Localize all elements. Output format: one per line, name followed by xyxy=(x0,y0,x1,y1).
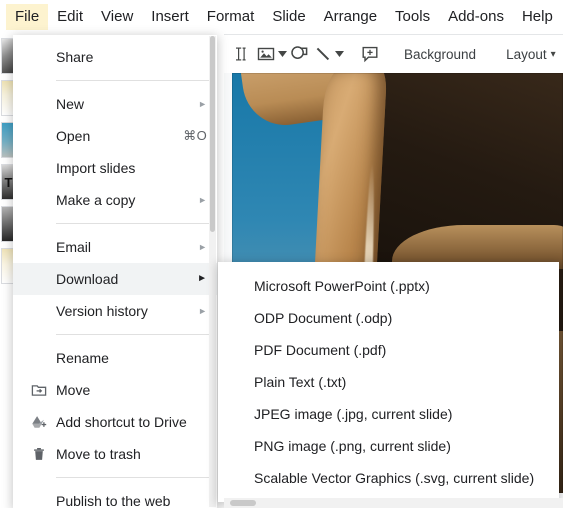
horizontal-scrollbar[interactable] xyxy=(224,498,563,508)
menu-format[interactable]: Format xyxy=(198,4,264,30)
file-dropdown-menu: Share New ► Open ⌘O Import slides Make a… xyxy=(13,35,217,508)
add-comment-icon[interactable] xyxy=(358,41,382,67)
menu-scrollbar-thumb[interactable] xyxy=(210,36,215,232)
menu-item-import-slides[interactable]: Import slides xyxy=(13,152,217,184)
menu-item-add-shortcut-to-drive[interactable]: Add shortcut to Drive xyxy=(13,406,217,438)
submenu-item-png[interactable]: PNG image (.png, current slide) xyxy=(218,430,559,462)
menu-item-label: Make a copy xyxy=(56,192,136,208)
trash-icon xyxy=(30,446,47,463)
menu-scrollbar[interactable] xyxy=(209,36,216,507)
menu-item-label: Rename xyxy=(56,350,109,366)
background-button[interactable]: Background xyxy=(396,43,484,66)
layout-button-label: Layout xyxy=(506,46,547,62)
menu-divider xyxy=(56,80,209,81)
menu-addons[interactable]: Add-ons xyxy=(439,4,513,30)
submenu-item-jpg[interactable]: JPEG image (.jpg, current slide) xyxy=(218,398,559,430)
menu-slide[interactable]: Slide xyxy=(263,4,314,30)
drive-add-icon xyxy=(30,414,47,431)
menu-item-publish-to-the-web[interactable]: Publish to the web xyxy=(13,485,217,508)
line-icon[interactable] xyxy=(311,41,335,67)
folder-move-icon xyxy=(30,382,47,399)
menu-help[interactable]: Help xyxy=(513,4,562,30)
menu-item-label: Move xyxy=(56,382,91,398)
chevron-down-icon[interactable] xyxy=(278,41,287,67)
text-cursor-icon[interactable] xyxy=(230,41,254,67)
menu-edit[interactable]: Edit xyxy=(48,4,92,30)
submenu-arrow-icon: ► xyxy=(198,194,207,205)
menu-item-move[interactable]: Move xyxy=(13,374,217,406)
submenu-arrow-icon: ► xyxy=(198,305,207,316)
submenu-item-label: Plain Text (.txt) xyxy=(254,374,347,390)
menu-item-label: Move to trash xyxy=(56,446,141,462)
download-submenu: Microsoft PowerPoint (.pptx) ODP Documen… xyxy=(218,262,559,502)
menu-item-label: Email xyxy=(56,239,92,255)
chevron-down-icon[interactable] xyxy=(335,41,344,67)
menu-item-rename[interactable]: Rename xyxy=(13,342,217,374)
menu-file[interactable]: File xyxy=(6,4,49,30)
menu-view[interactable]: View xyxy=(92,4,142,30)
chevron-down-icon: ▾ xyxy=(550,48,556,60)
submenu-item-pptx[interactable]: Microsoft PowerPoint (.pptx) xyxy=(218,270,559,302)
menu-divider xyxy=(56,223,209,224)
submenu-item-label: Microsoft PowerPoint (.pptx) xyxy=(254,278,430,294)
menu-item-share[interactable]: Share xyxy=(13,41,217,73)
menu-item-make-a-copy[interactable]: Make a copy ► xyxy=(13,184,217,216)
menu-insert[interactable]: Insert xyxy=(142,4,198,30)
submenu-item-label: JPEG image (.jpg, current slide) xyxy=(254,406,453,422)
background-button-label: Background xyxy=(404,46,477,62)
menu-item-version-history[interactable]: Version history ► xyxy=(13,295,217,327)
menu-item-new[interactable]: New ► xyxy=(13,88,217,120)
menu-tools[interactable]: Tools xyxy=(386,4,439,30)
menu-item-download[interactable]: Download ► xyxy=(13,263,217,295)
submenu-arrow-icon: ► xyxy=(198,98,207,109)
horizontal-scrollbar-thumb[interactable] xyxy=(230,500,256,506)
menu-item-label: Version history xyxy=(56,303,148,319)
submenu-item-label: ODP Document (.odp) xyxy=(254,310,393,326)
shape-icon[interactable] xyxy=(287,41,311,67)
menu-divider xyxy=(56,477,209,478)
submenu-arrow-icon: ► xyxy=(198,241,207,252)
submenu-item-label: Scalable Vector Graphics (.svg, current … xyxy=(254,470,535,486)
menu-item-label: New xyxy=(56,96,85,112)
submenu-item-svg[interactable]: Scalable Vector Graphics (.svg, current … xyxy=(218,462,559,494)
menu-item-label: Publish to the web xyxy=(56,493,171,508)
submenu-item-pdf[interactable]: PDF Document (.pdf) xyxy=(218,334,559,366)
submenu-arrow-icon: ► xyxy=(197,273,207,284)
image-icon[interactable] xyxy=(254,41,278,67)
menu-item-label: Download xyxy=(56,271,119,287)
menu-item-move-to-trash[interactable]: Move to trash xyxy=(13,438,217,470)
menu-item-email[interactable]: Email ► xyxy=(13,231,217,263)
menu-divider xyxy=(56,334,209,335)
menu-arrange[interactable]: Arrange xyxy=(315,4,386,30)
submenu-item-odp[interactable]: ODP Document (.odp) xyxy=(218,302,559,334)
menu-bar: File Edit View Insert Format Slide Arran… xyxy=(0,0,563,34)
submenu-item-label: PDF Document (.pdf) xyxy=(254,342,387,358)
menu-item-shortcut: ⌘O xyxy=(183,128,207,143)
toolbar: Background Layout ▾ xyxy=(224,34,563,73)
layout-button[interactable]: Layout ▾ xyxy=(498,43,563,66)
submenu-item-label: PNG image (.png, current slide) xyxy=(254,438,451,454)
menu-item-open[interactable]: Open ⌘O xyxy=(13,120,217,152)
menu-item-label: Import slides xyxy=(56,160,136,176)
menu-item-label: Share xyxy=(56,49,94,65)
slides-app-window: T Background Layout ▾ File Edit View Ins… xyxy=(0,0,563,508)
menu-item-label: Open xyxy=(56,128,91,144)
submenu-item-txt[interactable]: Plain Text (.txt) xyxy=(218,366,559,398)
thumbnail-label: T xyxy=(4,174,13,190)
menu-item-label: Add shortcut to Drive xyxy=(56,414,187,430)
